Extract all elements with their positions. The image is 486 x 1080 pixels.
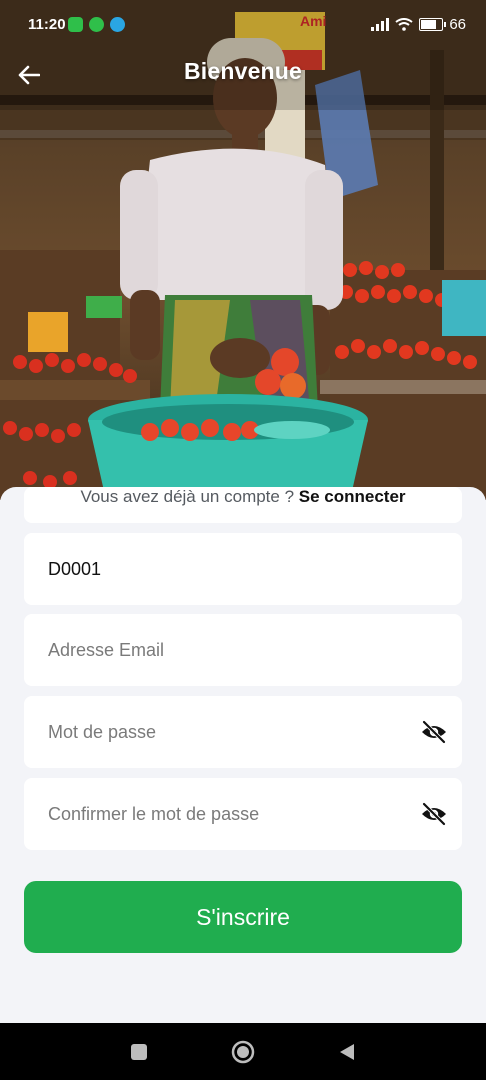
signup-button[interactable]: S'inscrire [24,881,462,953]
circle-home-icon [231,1040,255,1064]
code-field[interactable] [24,533,462,605]
recent-apps-button[interactable] [126,1039,152,1065]
eye-off-icon [422,720,446,744]
email-field[interactable] [24,614,462,686]
page-title: Bienvenue [183,58,303,84]
signal-icon [371,18,390,31]
login-link[interactable]: Se connecter [299,487,406,506]
confirm-password-visibility-toggle[interactable] [420,800,448,828]
eye-off-icon [422,802,446,826]
status-indicators: 66 [371,16,466,33]
confirm-password-input[interactable] [48,778,408,850]
email-input[interactable] [48,614,408,686]
messages-notification-icon [68,17,83,32]
square-icon [131,1044,147,1060]
login-prompt-text: Vous avez déjà un compte ? [80,487,299,506]
signup-form-sheet: S'inscrire [0,487,486,1023]
wifi-icon [395,18,413,31]
battery-icon [419,18,447,31]
status-time: 11:20 [28,16,66,33]
password-input[interactable] [48,696,408,768]
triangle-back-icon [340,1044,354,1060]
password-visibility-toggle[interactable] [420,718,448,746]
login-prompt-row: Vous avez déjà un compte ? Se connecter [0,487,486,507]
battery-fill [421,20,436,29]
whatsapp-notification-icon [89,17,104,32]
back-nav-button[interactable] [334,1039,360,1065]
home-button[interactable] [230,1039,256,1065]
code-input[interactable] [48,533,408,605]
telegram-notification-icon [110,17,125,32]
confirm-password-field[interactable] [24,778,462,850]
password-field[interactable] [24,696,462,768]
battery-percent: 66 [449,16,466,33]
status-bar: 11:20 66 [0,0,486,48]
system-navigation-bar [0,1023,486,1080]
